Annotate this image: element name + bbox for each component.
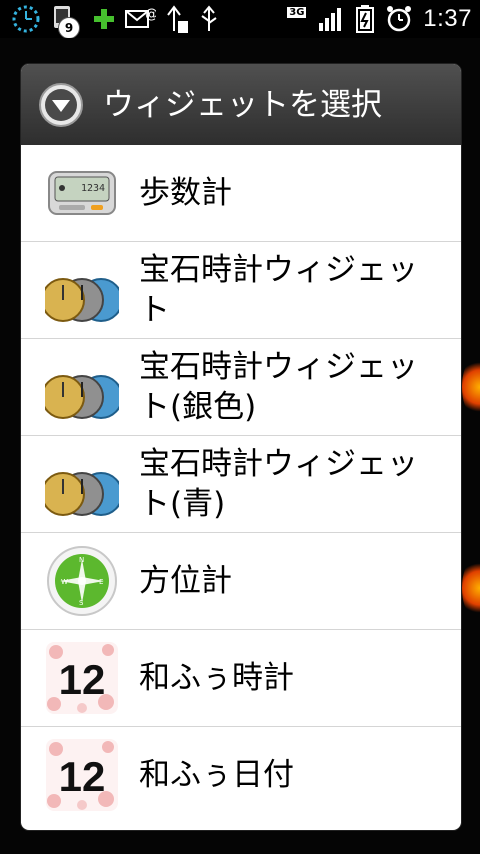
list-item-jewel-clock[interactable]: 宝石時計ウィジェット (21, 242, 461, 339)
widget-list: 1234 歩数計 宝石時計ウィジェット 宝石時計ウィジェット(銀色) 宝石時計ウ… (21, 145, 461, 823)
list-item-label: 歩数計 (139, 175, 232, 211)
tile-number: 12 (58, 753, 106, 800)
dialog-header: ウィジェットを選択 (21, 64, 461, 147)
svg-text:N: N (79, 556, 84, 564)
svg-text:W: W (61, 578, 68, 586)
svg-text:1234: 1234 (81, 183, 105, 194)
flower-tile: 12 (46, 739, 118, 811)
notification-count-badge: 9 (58, 17, 80, 39)
plus-icon (92, 7, 116, 31)
dropdown-circle-icon (38, 82, 84, 128)
jewel-clocks-icon (45, 263, 119, 337)
pedometer-icon: 1234 (45, 156, 119, 230)
alarm-icon (385, 5, 413, 33)
mail-icon: @ (124, 5, 156, 33)
usb-debug-icon (164, 3, 190, 35)
svg-text:S: S (79, 599, 84, 607)
list-item-label: 方位計 (139, 563, 232, 599)
list-item-label: 和ふぅ日付 (139, 757, 294, 793)
compass-icon: N W E S (45, 544, 119, 618)
network-type-label: 3G (287, 7, 307, 18)
usb-icon (198, 3, 220, 35)
status-time: 1:37 (423, 5, 472, 32)
list-item-label: 宝石時計ウィジェット(青) (139, 446, 418, 522)
wafuu-date-icon: 12 (45, 738, 119, 812)
list-item-pedometer[interactable]: 1234 歩数計 (21, 145, 461, 242)
signal-icon: 3G (287, 5, 345, 33)
jewel-clocks-icon (45, 360, 119, 434)
list-item-jewel-clock-blue[interactable]: 宝石時計ウィジェット(青) (21, 436, 461, 533)
battery-icon (355, 4, 375, 34)
wallpaper-glow (462, 362, 480, 412)
list-item-label: 宝石時計ウィジェット (139, 252, 418, 328)
wafuu-clock-icon: 12 (45, 641, 119, 715)
jewel-clocks-icon (45, 457, 119, 531)
dialog-title: ウィジェットを選択 (103, 87, 382, 123)
list-item-wafuu-clock[interactable]: 12 和ふぅ時計 (21, 630, 461, 727)
list-item-wafuu-date[interactable]: 12 和ふぅ日付 (21, 727, 461, 823)
list-item-jewel-clock-silver[interactable]: 宝石時計ウィジェット(銀色) (21, 339, 461, 436)
status-bar: @ 9 3G (0, 0, 480, 39)
widget-picker-dialog: ウィジェットを選択 1234 歩数計 宝石時計ウィジェット 宝石時計ウィジェット… (21, 64, 461, 830)
clock-icon (10, 3, 42, 35)
svg-text:E: E (99, 578, 103, 586)
tile-number: 12 (58, 656, 106, 703)
list-item-label: 和ふぅ時計 (139, 660, 294, 696)
list-item-compass[interactable]: N W E S 方位計 (21, 533, 461, 630)
list-item-label: 宝石時計ウィジェット(銀色) (139, 349, 418, 425)
flower-tile: 12 (46, 642, 118, 714)
wallpaper-glow (462, 563, 480, 613)
svg-text:@: @ (145, 7, 156, 22)
